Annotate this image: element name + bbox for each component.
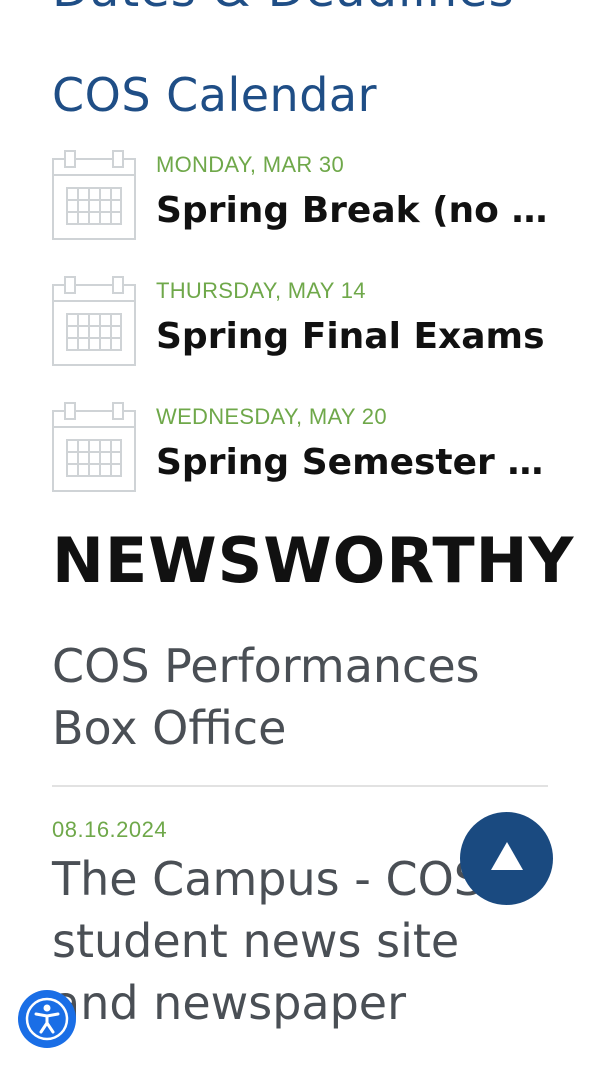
newsworthy-heading: NEWSWORTHY — [52, 524, 575, 597]
calendar-event[interactable]: WEDNESDAY, MAY 20 Spring Semester Ends — [52, 402, 552, 494]
event-date: WEDNESDAY, MAY 20 — [156, 404, 387, 429]
event-title[interactable]: Spring Break (no classes) — [156, 190, 548, 231]
page: Dates & Deadlines COS Calendar — [0, 0, 600, 1065]
calendar-event[interactable]: MONDAY, MAR 30 Spring Break (no classes) — [52, 150, 552, 242]
calendar-icon — [52, 402, 136, 492]
accessibility-button[interactable] — [18, 990, 76, 1048]
news-item-title[interactable]: COS Performances Box Office — [52, 635, 552, 759]
news-item-date: 08.16.2024 — [52, 817, 168, 842]
calendar-event[interactable]: THURSDAY, MAY 14 Spring Final Exams — [52, 276, 552, 368]
divider — [52, 785, 548, 787]
event-date: MONDAY, MAR 30 — [156, 152, 344, 177]
event-title[interactable]: Spring Final Exams — [156, 316, 548, 357]
calendar-icon — [52, 150, 136, 240]
event-date: THURSDAY, MAY 14 — [156, 278, 366, 303]
calendar-title[interactable]: COS Calendar — [52, 68, 377, 122]
scroll-to-top-button[interactable] — [460, 812, 553, 905]
calendar-icon — [52, 276, 136, 366]
arrow-up-icon — [491, 842, 523, 870]
section-heading-partial: Dates & Deadlines — [52, 0, 515, 18]
event-title[interactable]: Spring Semester Ends — [156, 442, 548, 483]
accessibility-icon — [18, 990, 76, 1048]
